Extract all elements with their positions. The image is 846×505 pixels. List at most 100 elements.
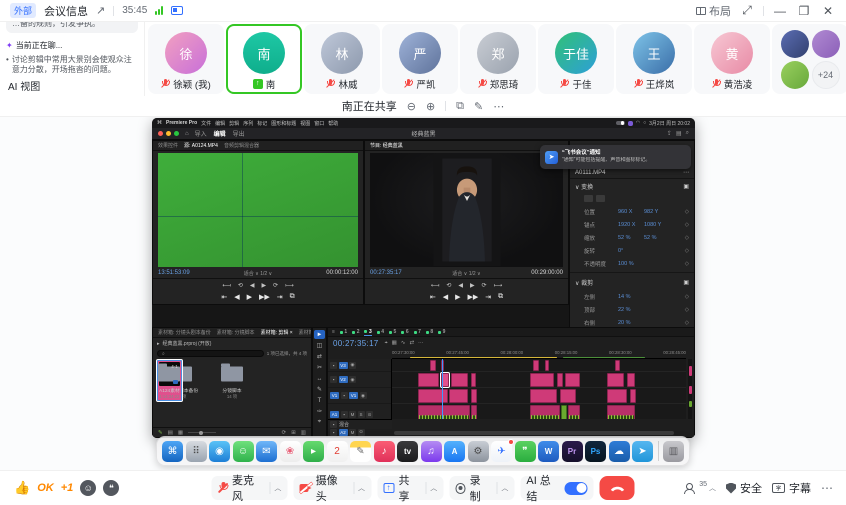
participant-tile[interactable]: 于佳 ↑ 于佳 xyxy=(538,24,614,94)
timeline-tool-icon[interactable]: ▦ xyxy=(392,340,397,347)
zoom-in-icon[interactable]: ⊕ xyxy=(426,100,435,113)
transport-icon[interactable]: ⟳ xyxy=(482,282,487,289)
track-visibility-icon[interactable]: ◉ xyxy=(360,392,367,399)
project-item[interactable]: 分镜脚本 14 项 xyxy=(208,360,257,402)
timeline-clip[interactable] xyxy=(451,373,469,387)
source-timecode[interactable]: 13:51:53:09 xyxy=(158,270,190,276)
menubar-clock[interactable]: 3月2日 周日 20:02 xyxy=(649,120,690,127)
effect-property-row[interactable]: 位置 960 X 982 Y ◇ xyxy=(570,205,694,218)
dock-app-icon[interactable]: ✎ xyxy=(350,441,371,462)
lock-icon[interactable]: ▪ xyxy=(341,411,348,418)
more-options-button[interactable]: ⋯ xyxy=(821,481,834,495)
mute-button[interactable]: M xyxy=(349,411,356,418)
track-target-v3[interactable]: V3 xyxy=(339,362,348,369)
participant-tile[interactable]: 南 ↑ 南 xyxy=(226,24,302,94)
quick-export-icon[interactable]: ⇪ xyxy=(667,130,672,137)
participants-button[interactable]: 35︿ xyxy=(685,483,716,493)
keyframe-icon[interactable]: ◇ xyxy=(685,235,689,241)
transport-icon[interactable]: ▶▶ xyxy=(259,293,270,301)
participant-tile[interactable]: 徐 ↑ 徐颖 (我) xyxy=(148,24,224,94)
keyframe-icon[interactable]: ◇ xyxy=(685,222,689,228)
workspace-icon[interactable]: ▤ xyxy=(676,130,682,137)
apple-menu-icon[interactable]: ⌘ xyxy=(157,120,162,126)
ok-reaction[interactable]: OK xyxy=(37,482,54,494)
bin-tab[interactable]: 素材箱: 分镜头剧本备份 xyxy=(158,329,211,336)
menu-item[interactable]: 剪辑 xyxy=(229,120,239,127)
timeline-clip[interactable] xyxy=(607,405,635,419)
tab-import[interactable]: 导入 xyxy=(195,129,207,138)
property-value[interactable]: 1920 X xyxy=(618,222,644,228)
sequence-tab[interactable]: 9 xyxy=(438,329,445,335)
property-value[interactable]: 960 X xyxy=(618,209,644,215)
transport-icon[interactable]: ⟲ xyxy=(238,282,243,289)
program-viewport[interactable] xyxy=(370,153,563,267)
security-button[interactable]: 安全 xyxy=(726,480,762,496)
dock-app-icon[interactable]: ▸ xyxy=(303,441,324,462)
annotate-icon[interactable]: ✎ xyxy=(474,100,483,113)
more-participants-tile[interactable]: +24 xyxy=(772,24,846,94)
transport-icon[interactable]: ⟳ xyxy=(273,282,278,289)
tool-button[interactable]: ↔ xyxy=(314,374,325,383)
keyframe-icon[interactable]: ◇ xyxy=(685,307,689,313)
timeline-clip[interactable] xyxy=(418,405,469,419)
participant-tile[interactable]: 郑 ↑ 郑思琦 xyxy=(460,24,536,94)
dock-app-icon[interactable]: ☁ xyxy=(609,441,630,462)
effect-property-row[interactable]: 锚点 1920 X 1080 Y ◇ xyxy=(570,218,694,231)
ai-summary-toggle[interactable] xyxy=(565,482,588,495)
timeline-clip[interactable] xyxy=(471,389,477,403)
timeline-clip[interactable] xyxy=(561,405,567,419)
tab-source[interactable]: 源: A0124.MP4 xyxy=(184,142,218,149)
transport-icon[interactable]: ⟼ xyxy=(494,282,503,289)
resolution-dropdown[interactable]: 1/2 ∨ xyxy=(469,271,481,277)
section-crop[interactable]: ∨ 裁剪 xyxy=(575,278,593,287)
timeline-lane[interactable] xyxy=(392,359,686,419)
lock-icon[interactable]: ▪ xyxy=(330,362,337,369)
panel-menu-icon[interactable]: ⋯ xyxy=(683,169,689,176)
keyframe-icon[interactable]: ◇ xyxy=(685,320,689,326)
trash-icon[interactable]: ▥ xyxy=(301,430,306,436)
timeline-clip[interactable] xyxy=(557,373,563,387)
timeline-clip[interactable] xyxy=(530,373,554,387)
layout-button[interactable]: 布局 xyxy=(696,3,731,19)
tool-button[interactable]: ► xyxy=(314,330,325,339)
menu-item[interactable]: 编辑 xyxy=(215,120,225,127)
home-icon[interactable]: ⌂ xyxy=(185,131,189,137)
mic-icon[interactable]: ⊙ xyxy=(366,411,373,418)
chat-button[interactable]: ❝ xyxy=(103,480,119,496)
sequence-tab[interactable]: 2 xyxy=(352,329,359,335)
transport-icon[interactable]: ⟲ xyxy=(446,282,451,289)
timeline-clip[interactable] xyxy=(607,389,628,403)
track-target-v2[interactable]: V2 xyxy=(339,376,348,383)
plus-one-reaction[interactable]: +1 xyxy=(61,482,74,494)
dock-app-icon[interactable]: tv xyxy=(397,441,418,462)
sequence-tab[interactable]: 1 xyxy=(340,329,347,335)
dock-app-icon[interactable]: ♫ xyxy=(421,441,442,462)
timeline-tool-icon[interactable]: ⌖ xyxy=(385,340,388,347)
timeline-clip[interactable] xyxy=(530,405,559,419)
participant-tile[interactable]: 黄 ↑ 黄浩凌 xyxy=(694,24,770,94)
transport-icon[interactable]: ⇥ xyxy=(485,293,491,301)
meeting-notification-popup[interactable]: ➤ “飞书会议”通知 “通知”可能包括提醒、声音和图标标记。 xyxy=(540,145,691,169)
keyframe-icon[interactable]: ◇ xyxy=(685,261,689,267)
timeline-clip[interactable] xyxy=(449,389,468,403)
tab-edit[interactable]: 编辑 xyxy=(214,129,226,138)
timeline-clip[interactable] xyxy=(630,389,636,403)
track-target-a2[interactable]: A2 xyxy=(339,429,348,436)
dock-app-icon[interactable]: ⚙ xyxy=(468,441,489,462)
emoji-picker-button[interactable]: ☺ xyxy=(80,480,96,496)
timeline-clip[interactable] xyxy=(530,389,556,403)
source-patch-v1[interactable]: V1 xyxy=(330,392,339,399)
timeline-clip[interactable] xyxy=(533,360,539,371)
participant-tile[interactable]: 王 ↑ 王烨岚 xyxy=(616,24,692,94)
reset-icon[interactable]: ▣ xyxy=(683,183,689,190)
effect-property-row[interactable]: 不透明度 100 % ◇ xyxy=(570,257,694,270)
keyframe-icon[interactable]: ◇ xyxy=(685,294,689,300)
effect-property-row[interactable]: 缩放 52 % 52 % ◇ xyxy=(570,231,694,244)
thumbnail-size-slider[interactable] xyxy=(188,432,216,433)
timeline-clip[interactable] xyxy=(565,373,580,387)
leave-meeting-button[interactable] xyxy=(600,476,635,500)
property-value[interactable]: 0° xyxy=(618,248,644,254)
dock-app-icon[interactable]: ✈ xyxy=(491,441,512,462)
participant-tile[interactable]: 严 ↑ 严凯 xyxy=(382,24,458,94)
lock-icon[interactable]: ▪ xyxy=(330,376,337,383)
